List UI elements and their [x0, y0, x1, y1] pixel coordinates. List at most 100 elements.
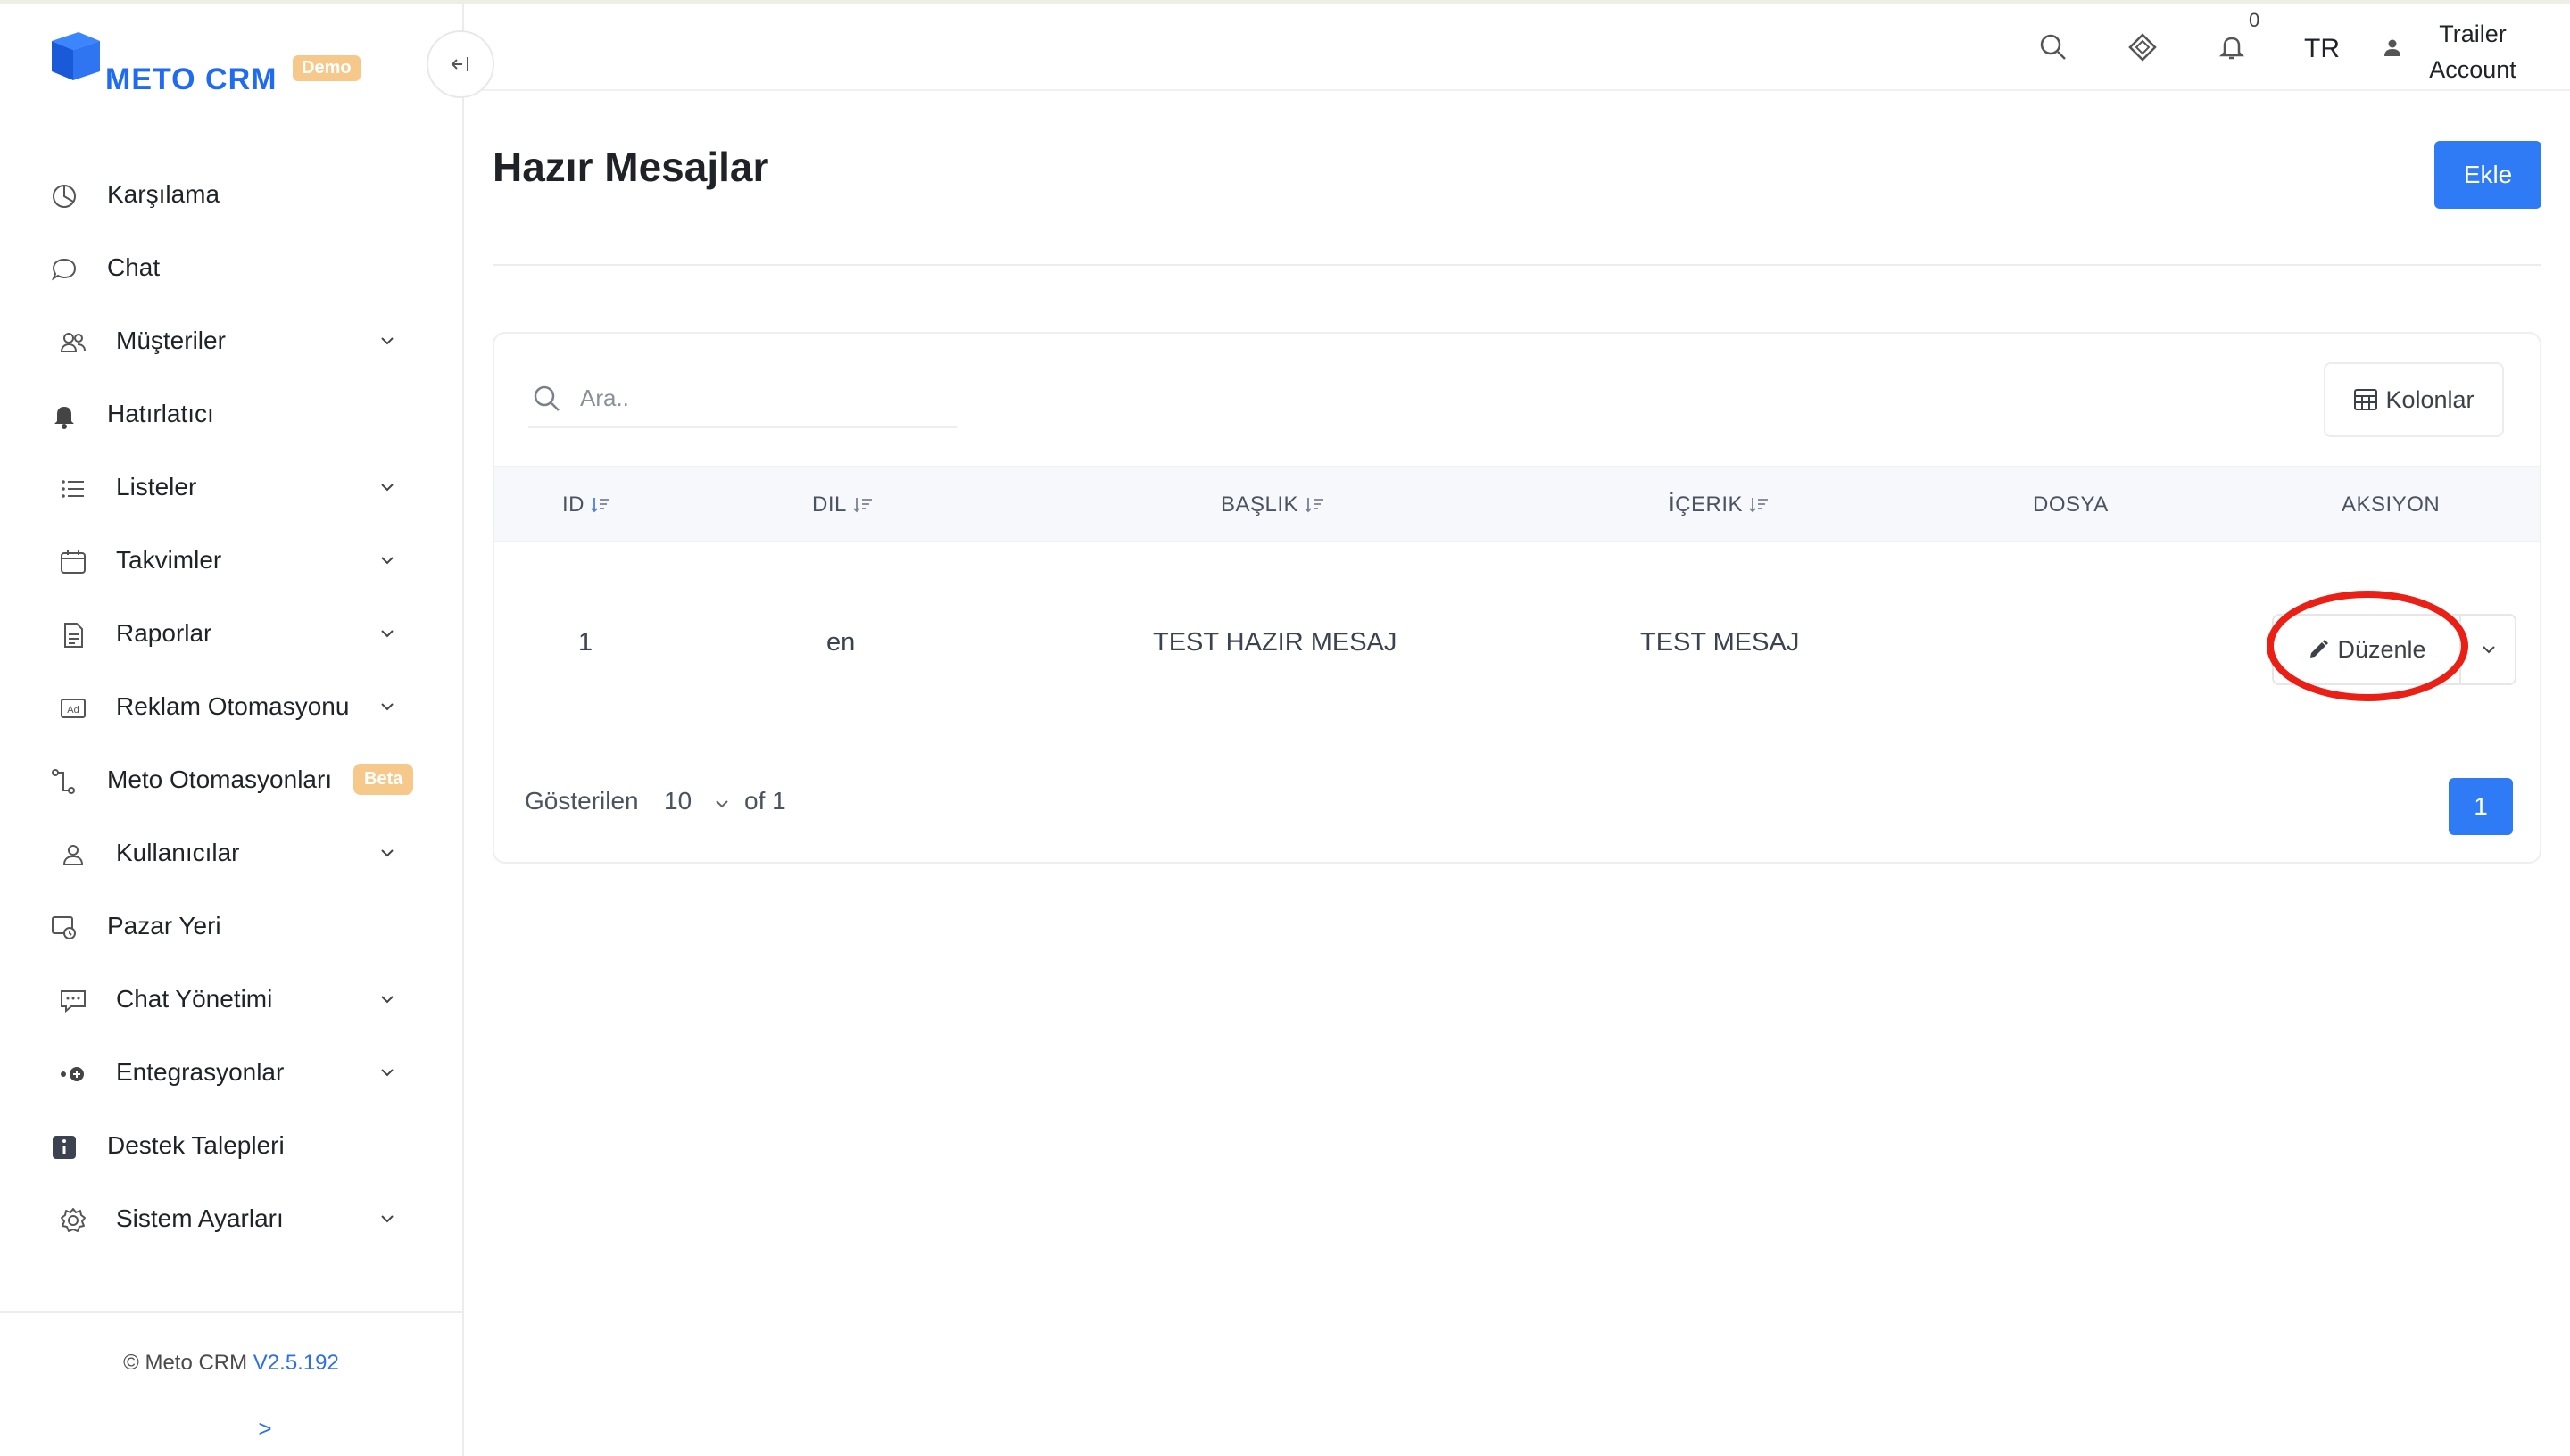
sidebar-item-sistem-ayarlari[interactable]: Sistem Ayarları: [0, 1183, 462, 1256]
column-header-baslik[interactable]: BAŞLIK: [1221, 492, 1325, 517]
integration-icon: [61, 1067, 84, 1081]
cell-title: TEST HAZIR MESAJ: [1153, 628, 1397, 657]
sidebar-item-entegrasyonlar[interactable]: Entegrasyonlar: [0, 1037, 462, 1110]
brand-logo[interactable]: METO CRM Demo: [48, 25, 369, 105]
sidebar-item-label: Chat: [107, 253, 161, 281]
page-size-select[interactable]: 10: [664, 787, 692, 815]
table-grid-icon: [2354, 389, 2378, 410]
sidebar-footer: © Meto CRM V2.5.192 >: [0, 1311, 462, 1456]
sidebar-item-raporlar[interactable]: Raporlar: [0, 598, 462, 671]
sidebar-item-hatirlatici[interactable]: Hatırlatıcı: [0, 378, 462, 451]
demo-badge: Demo: [293, 55, 361, 81]
sidebar-item-label: Müşteriler: [116, 327, 226, 354]
sidebar-item-kullanicilar[interactable]: Kullanıcılar: [0, 817, 462, 890]
diamond-icon[interactable]: [2127, 32, 2158, 62]
users-icon: [60, 333, 86, 352]
sidebar-item-chat[interactable]: Chat: [0, 232, 462, 305]
column-header-dil[interactable]: DIL: [812, 492, 874, 517]
sidebar-item-karsilama[interactable]: Karşılama: [0, 159, 462, 232]
bell-icon: [54, 407, 74, 429]
brand-name: METO CRM: [105, 62, 278, 96]
chevron-down-icon: [381, 630, 394, 638]
chevron-down-icon: [381, 337, 394, 345]
notification-bell-icon[interactable]: [2217, 32, 2247, 62]
user-icon: [62, 845, 84, 865]
marketplace-icon: [52, 916, 76, 939]
row-actions-dropdown[interactable]: [2463, 616, 2515, 683]
sidebar-item-label: Kullanıcılar: [116, 839, 240, 866]
chevron-down-icon: [381, 557, 394, 565]
version-link[interactable]: V2.5.192: [253, 1351, 339, 1375]
sidebar-item-label: Sistem Ayarları: [116, 1204, 284, 1232]
language-switcher[interactable]: TR: [2304, 34, 2340, 64]
pagination-shown-label: Gösterilen: [525, 787, 639, 815]
sidebar-item-label: Meto Otomasyonları: [107, 765, 333, 793]
sidebar-item-label: Pazar Yeri: [107, 912, 221, 939]
account-line2: Account: [2429, 56, 2516, 83]
report-icon: [64, 623, 83, 648]
sidebar-item-label: Chat Yönetimi: [116, 985, 273, 1013]
search-icon: [534, 385, 560, 411]
sidebar-item-listeler[interactable]: Listeler: [0, 451, 462, 525]
row-action-group: Düzenle: [2272, 614, 2516, 685]
chevron-down-icon: [381, 996, 394, 1004]
sidebar-item-takvimler[interactable]: Takvimler: [0, 525, 462, 598]
edit-button[interactable]: Düzenle: [2274, 616, 2461, 683]
sidebar-item-label: Karşılama: [107, 180, 220, 208]
sidebar-item-reklam-otomasyonu[interactable]: Ad Reklam Otomasyonu: [0, 671, 462, 744]
chevron-down-icon: [381, 1069, 394, 1077]
chevron-down-icon: [381, 484, 394, 492]
columns-button[interactable]: Kolonlar: [2324, 362, 2504, 437]
sidebar-item-label: Hatırlatıcı: [107, 400, 214, 427]
collapse-left-icon: [451, 57, 468, 71]
chevron-down-icon: [381, 703, 394, 711]
chat-bubble-icon: [51, 258, 77, 281]
chevron-down-icon[interactable]: [712, 794, 732, 814]
sidebar-item-label: Entegrasyonlar: [116, 1058, 285, 1086]
chevron-down-icon: [2483, 646, 2495, 654]
column-header-icerik[interactable]: İÇERIK: [1669, 492, 1770, 517]
notification-count: 0: [2249, 9, 2260, 31]
sidebar-item-musteriler[interactable]: Müşteriler: [0, 305, 462, 378]
expand-arrow-button[interactable]: >: [0, 1415, 530, 1443]
messages-table-card: Kolonlar ID DIL BAŞLIK İÇERIK DOSYA AKSI…: [493, 332, 2541, 864]
copyright-text: © Meto CRM: [123, 1351, 248, 1375]
title-divider: [493, 264, 2541, 266]
calendar-icon: [61, 550, 86, 574]
sidebar-item-destek-talepleri[interactable]: Destek Talepleri: [0, 1110, 462, 1183]
chevron-down-icon: [381, 849, 394, 857]
chevron-down-icon: [381, 1215, 394, 1223]
account-user-icon: [2384, 39, 2400, 56]
sidebar-item-pazar-yeri[interactable]: Pazar Yeri: [0, 890, 462, 964]
add-button[interactable]: Ekle: [2434, 141, 2541, 209]
sort-icon: [853, 498, 872, 513]
column-header-dosya: DOSYA: [2033, 492, 2109, 517]
svg-text:Ad: Ad: [67, 705, 79, 716]
sidebar-item-chat-yonetimi[interactable]: Chat Yönetimi: [0, 964, 462, 1037]
table-header: ID DIL BAŞLIK İÇERIK DOSYA AKSIYON: [494, 466, 2540, 542]
cube-logo-icon: [52, 32, 100, 80]
account-menu[interactable]: Trailer Account: [2406, 16, 2540, 87]
list-icon: [62, 480, 84, 498]
column-header-id[interactable]: ID: [562, 492, 611, 517]
account-line1: Trailer: [2439, 21, 2507, 47]
sidebar-item-label: Destek Talepleri: [107, 1131, 285, 1159]
pagination-of-label: of 1: [744, 787, 786, 815]
sidebar-item-label: Listeler: [116, 473, 197, 500]
columns-label: Kolonlar: [2385, 385, 2475, 413]
ad-icon: Ad: [61, 699, 86, 718]
collapse-sidebar-button[interactable]: [427, 30, 494, 98]
cell-lang: en: [826, 628, 856, 657]
sidebar-item-meto-otomasyonlari[interactable]: Meto Otomasyonları Beta: [0, 744, 462, 817]
sort-icon: [1749, 498, 1769, 513]
sidebar-nav: Karşılama Chat Müşteriler Hatırlatıcı Li…: [0, 159, 462, 1256]
page-button-1[interactable]: 1: [2449, 778, 2513, 835]
sort-icon: [591, 498, 609, 513]
sidebar: METO CRM Demo Karşılama Chat Müşteriler …: [0, 4, 464, 1456]
pencil-icon: [2310, 640, 2329, 658]
chat-manage-icon: [61, 990, 86, 1013]
search-icon[interactable]: [2038, 32, 2068, 62]
sidebar-item-label: Reklam Otomasyonu: [116, 692, 350, 720]
sidebar-item-label: Raporlar: [116, 619, 212, 647]
search-input[interactable]: [580, 380, 937, 416]
